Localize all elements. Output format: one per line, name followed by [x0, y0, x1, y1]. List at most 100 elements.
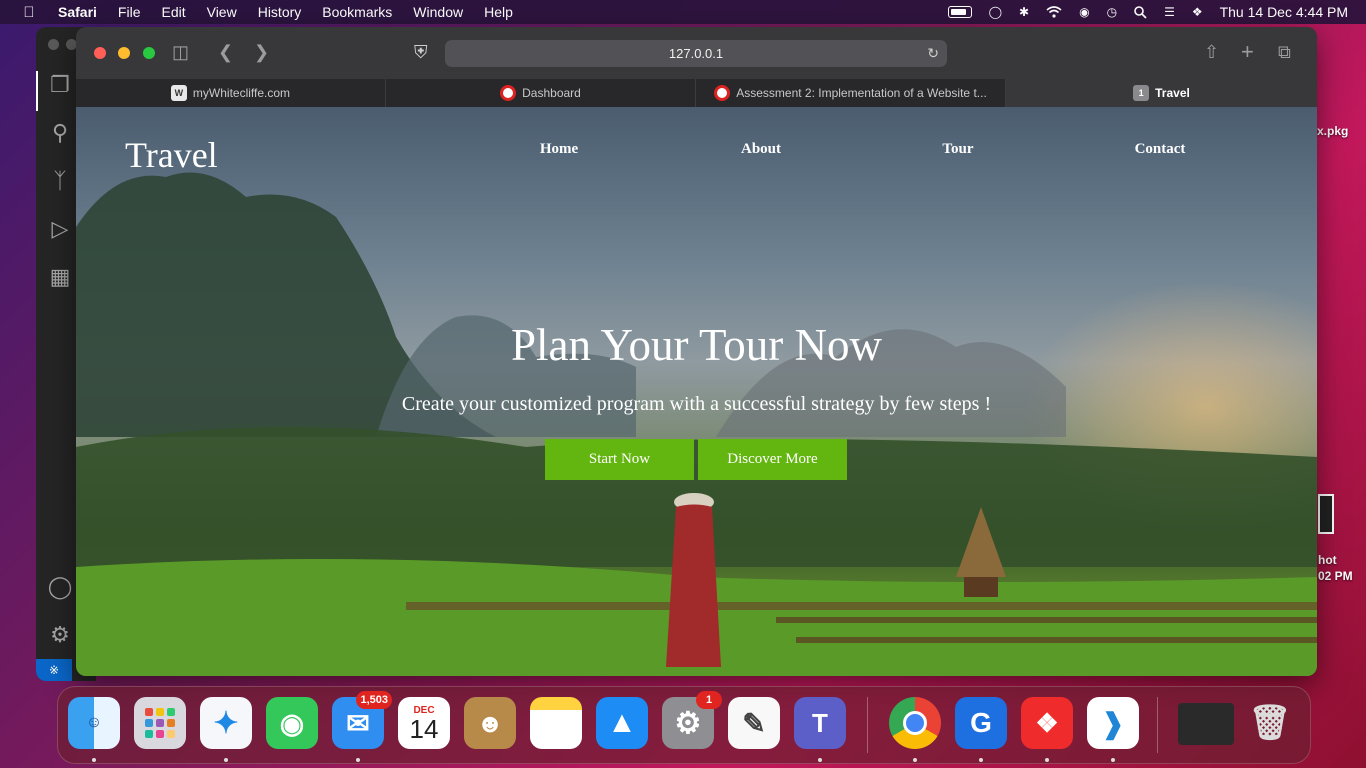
- menu-bookmarks[interactable]: Bookmarks: [322, 4, 392, 20]
- discover-more-button[interactable]: Discover More: [698, 439, 847, 480]
- nav-contact[interactable]: Contact: [1120, 141, 1200, 158]
- launchpad-icon[interactable]: [134, 697, 186, 749]
- siri-icon[interactable]: ❖: [1192, 5, 1203, 19]
- anydesk-icon[interactable]: ❖: [1021, 697, 1073, 749]
- tab-mywhitecliffe[interactable]: W myWhitecliffe.com: [76, 79, 386, 107]
- settings-badge: 1: [696, 691, 722, 709]
- running-indicator: [1111, 758, 1115, 762]
- explorer-icon[interactable]: ❐: [46, 71, 74, 99]
- dock: ☺ ✦ ◉ ✉ 1,503 DEC 14 ☻ ▲ ⚙ 1 ✎ T G ❖ ❱ 🗑: [57, 686, 1311, 764]
- menu-edit[interactable]: Edit: [161, 4, 185, 20]
- menu-history[interactable]: History: [258, 4, 302, 20]
- chrome-icon[interactable]: [889, 697, 941, 749]
- finder-icon[interactable]: ☺: [68, 697, 120, 749]
- notes-icon[interactable]: [530, 697, 582, 749]
- tab-overview-icon[interactable]: ⧉: [1278, 41, 1291, 63]
- menu-view[interactable]: View: [207, 4, 237, 20]
- clock[interactable]: Thu 14 Dec 4:44 PM: [1220, 4, 1348, 20]
- menu-file[interactable]: File: [118, 4, 141, 20]
- running-indicator: [913, 758, 917, 762]
- reload-icon[interactable]: ↻: [927, 40, 939, 67]
- running-indicator: [356, 758, 360, 762]
- zoom-window-button[interactable]: [142, 47, 155, 59]
- contacts-icon[interactable]: ☻: [464, 697, 516, 749]
- source-control-icon[interactable]: ᛉ: [46, 167, 74, 195]
- calendar-day: 14: [409, 713, 439, 744]
- nav-home[interactable]: Home: [519, 141, 599, 158]
- tab-dashboard[interactable]: Dashboard: [386, 79, 696, 107]
- tab-assessment[interactable]: Assessment 2: Implementation of a Websit…: [696, 79, 1006, 107]
- running-indicator: [979, 758, 983, 762]
- forward-icon[interactable]: ❯: [254, 41, 269, 63]
- extensions-icon[interactable]: ▦: [46, 263, 74, 291]
- menu-window[interactable]: Window: [413, 4, 463, 20]
- minimized-window-thumbnail[interactable]: [1178, 703, 1234, 745]
- tab-title: myWhitecliffe.com: [192, 86, 291, 100]
- wifi-icon[interactable]: [1046, 6, 1062, 18]
- desktop-screenshot-label-2[interactable]: 02 PM: [1318, 569, 1353, 583]
- menu-app-safari[interactable]: Safari: [58, 4, 97, 20]
- battery-icon[interactable]: [947, 6, 972, 18]
- dock-separator: [867, 697, 868, 753]
- safari-icon[interactable]: ✦: [200, 697, 252, 749]
- mail-badge: 1,503: [356, 691, 392, 709]
- running-indicator: [1045, 758, 1049, 762]
- start-now-button[interactable]: Start Now: [545, 439, 694, 480]
- new-tab-icon[interactable]: +: [1241, 41, 1254, 63]
- address-bar[interactable]: 127.0.0.1 ↻: [445, 40, 947, 67]
- nav-about[interactable]: About: [721, 141, 801, 158]
- run-debug-icon[interactable]: ▷: [46, 215, 74, 243]
- trash-icon[interactable]: 🗑: [1244, 697, 1296, 749]
- search-icon[interactable]: ⚲: [46, 119, 74, 147]
- apple-menu-icon[interactable]: : [20, 4, 38, 21]
- safari-window: ◫ ❮ ❯ ⛨ 127.0.0.1 ↻ ⇧ + ⧉ W myWhitecliff…: [76, 27, 1317, 676]
- vscode-icon[interactable]: ❱: [1087, 697, 1139, 749]
- messages-icon[interactable]: ◉: [266, 697, 318, 749]
- privacy-shield-icon[interactable]: ⛨: [414, 41, 428, 63]
- system-settings-icon[interactable]: ⚙ 1: [662, 691, 722, 749]
- accessibility-icon[interactable]: ◯: [989, 5, 1002, 19]
- search-icon[interactable]: [1134, 5, 1147, 19]
- sidebar-toggle-icon[interactable]: ◫: [172, 41, 189, 63]
- hero-subtitle: Create your customized program with a su…: [401, 393, 992, 415]
- textedit-icon[interactable]: ✎: [728, 697, 780, 749]
- menu-bar:  Safari File Edit View History Bookmark…: [0, 0, 1366, 24]
- web-content: Travel Home About Tour Contact Plan Your…: [76, 107, 1317, 676]
- lifebuoy-favicon-icon: [714, 85, 731, 101]
- site-navbar: Travel Home About Tour Contact: [76, 107, 1317, 197]
- vscode-active-indicator: [36, 71, 38, 111]
- user-icon[interactable]: ◉: [1079, 5, 1089, 19]
- back-icon[interactable]: ❮: [218, 41, 233, 63]
- site-brand[interactable]: Travel: [125, 134, 218, 176]
- desktop-screenshot-thumbnail[interactable]: [1318, 494, 1334, 534]
- tab-title: Travel: [1155, 86, 1190, 100]
- remote-icon[interactable]: ※: [36, 659, 72, 681]
- whitecliffe-favicon-icon: W: [170, 85, 187, 101]
- desktop-screenshot-label-1[interactable]: hot: [1318, 553, 1337, 567]
- desktop-file-label[interactable]: x.pkg: [1317, 124, 1348, 138]
- control-center-icon[interactable]: ☰: [1164, 5, 1175, 19]
- database-app-icon[interactable]: G: [955, 697, 1007, 749]
- app-store-icon[interactable]: ▲: [596, 697, 648, 749]
- minimize-window-button[interactable]: [118, 47, 131, 59]
- nav-tour[interactable]: Tour: [918, 141, 998, 158]
- menu-help[interactable]: Help: [484, 4, 513, 20]
- tab-travel[interactable]: 1 Travel: [1006, 79, 1317, 107]
- tab-title: Dashboard: [522, 86, 581, 100]
- settings-gear-icon[interactable]: ⚙: [46, 621, 74, 649]
- mail-icon[interactable]: ✉ 1,503: [332, 691, 392, 749]
- close-window-button[interactable]: [94, 47, 106, 59]
- address-text: 127.0.0.1: [668, 46, 724, 61]
- teams-icon[interactable]: T: [794, 697, 846, 749]
- number-favicon-icon: 1: [1133, 85, 1150, 101]
- bluetooth-icon[interactable]: ✱: [1019, 5, 1029, 19]
- share-icon[interactable]: ⇧: [1204, 41, 1219, 63]
- tab-title: Assessment 2: Implementation of a Websit…: [736, 86, 987, 100]
- lifebuoy-favicon-icon: [500, 85, 517, 101]
- time-machine-icon[interactable]: ◷: [1107, 5, 1117, 19]
- calendar-icon[interactable]: DEC 14: [398, 697, 450, 749]
- account-icon[interactable]: ◯: [46, 573, 74, 601]
- running-indicator: [224, 758, 228, 762]
- window-controls: [94, 46, 163, 64]
- running-indicator: [92, 758, 96, 762]
